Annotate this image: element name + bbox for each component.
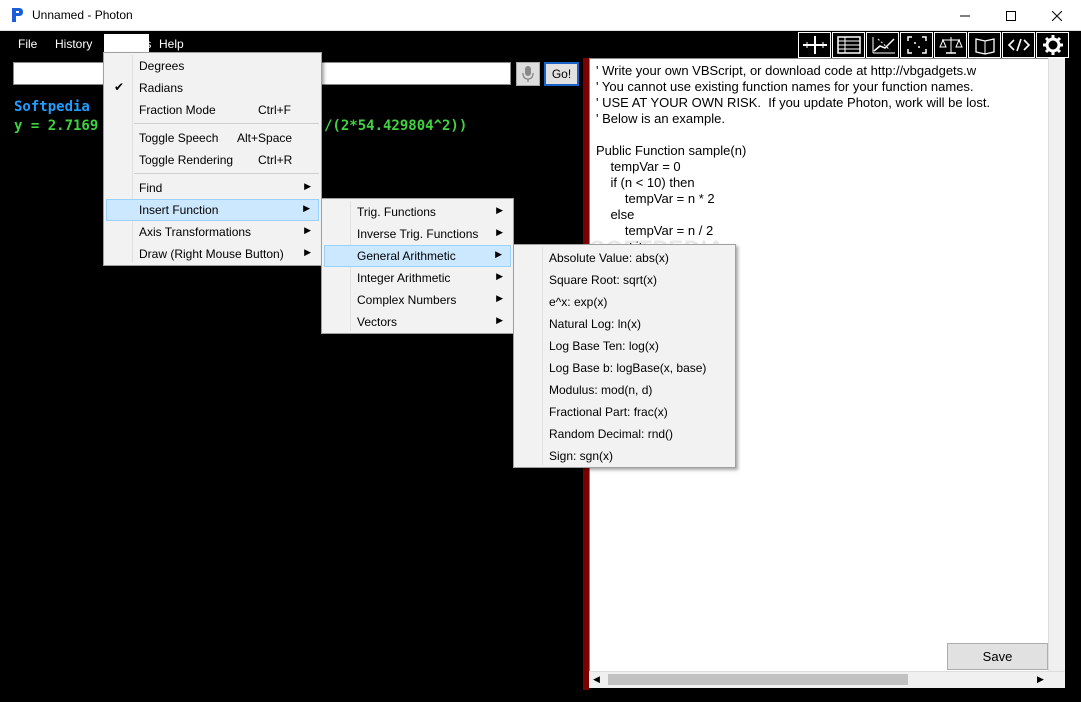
table-icon	[836, 36, 861, 54]
checkmark-icon: ✔	[114, 80, 125, 94]
vertical-scrollbar[interactable]	[1048, 58, 1065, 673]
scroll-right-icon[interactable]: ▶	[1037, 674, 1044, 685]
maximize-button[interactable]	[988, 0, 1034, 31]
settings-button[interactable]	[1036, 32, 1069, 58]
book-button[interactable]	[968, 32, 1001, 58]
menu-item-frac[interactable]: Fractional Part: frac(x)	[516, 401, 733, 423]
axes-button[interactable]	[798, 32, 831, 58]
menu-item-logbase[interactable]: Log Base b: logBase(x, base)	[516, 357, 733, 379]
menu-item-general-arithmetic[interactable]: General Arithmetic ▶	[324, 245, 511, 267]
menu-item-toggle-speech[interactable]: Toggle Speech Alt+Space	[106, 127, 319, 149]
table-button[interactable]	[832, 32, 865, 58]
menu-item-degrees[interactable]: Degrees	[106, 55, 319, 77]
menu-item-mod[interactable]: Modulus: mod(n, d)	[516, 379, 733, 401]
horizontal-scroll-thumb[interactable]	[608, 674, 908, 685]
menu-item-toggle-rendering[interactable]: Toggle Rendering Ctrl+R	[106, 149, 319, 171]
book-icon	[974, 38, 995, 55]
minimize-icon	[960, 15, 970, 16]
submenu-arrow-icon: ▶	[496, 205, 503, 215]
output-line-2-right: /(2*54.429804^2))	[324, 118, 468, 134]
gear-icon	[1042, 35, 1063, 55]
frame-button[interactable]	[900, 32, 933, 58]
insert-function-submenu: Trig. Functions ▶ Inverse Trig. Function…	[321, 198, 514, 334]
menu-item-complex-numbers[interactable]: Complex Numbers ▶	[324, 289, 511, 311]
submenu-arrow-icon: ▶	[496, 293, 503, 303]
menu-item-draw[interactable]: Draw (Right Mouse Button) ▶	[106, 243, 319, 265]
axes-icon	[802, 36, 827, 54]
menu-item-inverse-trig[interactable]: Inverse Trig. Functions ▶	[324, 223, 511, 245]
submenu-arrow-icon: ▶	[496, 271, 503, 281]
output-line-2-left: y = 2.7169	[14, 118, 99, 134]
code-text[interactable]: ' Write your own VBScript, or download c…	[596, 63, 990, 255]
menu-item-sgn[interactable]: Sign: sgn(x)	[516, 445, 733, 467]
submenu-arrow-icon: ▶	[304, 247, 311, 257]
menu-item-find[interactable]: Find ▶	[106, 177, 319, 199]
submenu-arrow-icon: ▶	[304, 181, 311, 191]
title-bar: Unnamed - Photon	[0, 0, 1081, 31]
menu-history[interactable]: History	[49, 34, 98, 54]
menu-item-log[interactable]: Log Base Ten: log(x)	[516, 335, 733, 357]
code-button[interactable]	[1002, 32, 1035, 58]
menu-file[interactable]: File	[12, 34, 43, 54]
menu-item-abs[interactable]: Absolute Value: abs(x)	[516, 247, 733, 269]
menu-item-vectors[interactable]: Vectors ▶	[324, 311, 511, 333]
close-icon	[1052, 10, 1062, 21]
scroll-left-icon[interactable]: ◀	[593, 674, 600, 685]
balance-button[interactable]	[934, 32, 967, 58]
submenu-arrow-icon: ▶	[303, 203, 310, 213]
output-line-1: Softpedia	[14, 99, 90, 115]
submenu-arrow-icon: ▶	[304, 225, 311, 235]
menu-item-axis-transformations[interactable]: Axis Transformations ▶	[106, 221, 319, 243]
chart-icon	[872, 37, 895, 54]
minimize-button[interactable]	[942, 0, 988, 31]
microphone-button[interactable]	[516, 62, 540, 86]
submenu-arrow-icon: ▶	[495, 249, 502, 259]
menu-item-radians[interactable]: ✔ Radians	[106, 77, 319, 99]
chart-button[interactable]	[866, 32, 899, 58]
frame-icon	[906, 36, 927, 54]
go-button[interactable]: Go!	[544, 62, 579, 86]
app-logo-icon	[12, 8, 23, 22]
general-arithmetic-submenu: Absolute Value: abs(x) Square Root: sqrt…	[513, 244, 736, 468]
save-button[interactable]: Save	[947, 643, 1048, 670]
menu-item-fraction-mode[interactable]: Fraction Mode Ctrl+F	[106, 99, 319, 121]
code-icon	[1007, 38, 1030, 52]
submenu-arrow-icon: ▶	[496, 227, 503, 237]
menu-item-exp[interactable]: e^x: exp(x)	[516, 291, 733, 313]
menu-options[interactable]: Options	[104, 34, 151, 54]
balance-icon	[938, 37, 963, 54]
menu-help[interactable]: Help	[153, 34, 190, 54]
close-button[interactable]	[1034, 0, 1080, 31]
maximize-icon	[1006, 10, 1016, 21]
menu-item-insert-function[interactable]: Insert Function ▶	[106, 199, 319, 221]
menu-item-trig-functions[interactable]: Trig. Functions ▶	[324, 201, 511, 223]
microphone-icon	[522, 66, 534, 82]
options-menu: Degrees ✔ Radians Fraction Mode Ctrl+F T…	[103, 52, 322, 266]
window-title: Unnamed - Photon	[32, 8, 133, 22]
menu-item-integer-arithmetic[interactable]: Integer Arithmetic ▶	[324, 267, 511, 289]
menu-item-rnd[interactable]: Random Decimal: rnd()	[516, 423, 733, 445]
menu-item-sqrt[interactable]: Square Root: sqrt(x)	[516, 269, 733, 291]
submenu-arrow-icon: ▶	[496, 315, 503, 325]
menu-item-ln[interactable]: Natural Log: ln(x)	[516, 313, 733, 335]
